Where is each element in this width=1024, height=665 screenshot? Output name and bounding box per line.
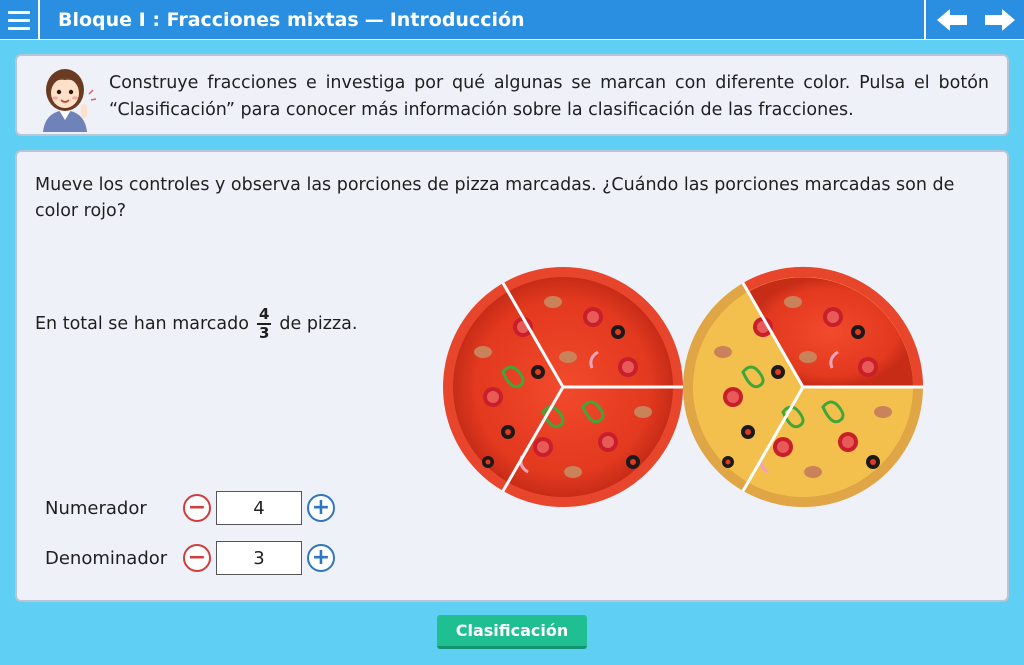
block-title: Bloque I : Fracciones mixtas [58,9,359,31]
denominator-decrease-button[interactable]: − [183,544,211,572]
question-text: Mueve los controles y observa las porcio… [35,175,955,221]
title-separator: — [364,9,384,31]
numerator-input[interactable] [216,491,302,525]
section-title: Introducción [389,9,525,31]
classification-button[interactable]: Clasificación [437,615,587,649]
pizza-illustration [443,266,923,507]
fraction-display: 4 3 [256,305,272,342]
fraction-denominator: 3 [258,324,270,342]
total-marked-line: En total se han marcado 4 3 de pizza. [35,304,357,344]
menu-icon[interactable] [0,0,40,40]
page-title: Bloque I : Fracciones mixtas — Introducció… [58,0,525,40]
numerator-increase-button[interactable]: + [307,494,335,522]
numerator-label: Numerador [45,497,147,519]
denominator-input[interactable] [216,541,302,575]
activity-panel: Mueve los controles y observa las porcio… [15,150,1009,602]
arrow-right-icon[interactable] [984,8,1016,32]
fraction-numerator: 4 [256,305,272,325]
arrow-left-icon[interactable] [936,8,968,32]
denominator-control: Denominador − + [45,541,335,575]
total-prefix: En total se han marcado [35,314,249,334]
top-bar: Bloque I : Fracciones mixtas — Introducció… [0,0,1024,40]
pizza-left [443,267,683,507]
pizza-right [683,266,923,507]
navigation [924,0,1024,40]
denominator-increase-button[interactable]: + [307,544,335,572]
denominator-label: Denominador [45,547,168,569]
instructions-panel: Construye fracciones e investiga por qué… [15,54,1009,136]
total-suffix: de pizza. [279,314,358,334]
teacher-avatar-icon [43,69,97,132]
instructions-text: Construye fracciones e investiga por qué… [109,73,989,120]
numerator-control: Numerador − + [45,491,335,525]
numerator-decrease-button[interactable]: − [183,494,211,522]
